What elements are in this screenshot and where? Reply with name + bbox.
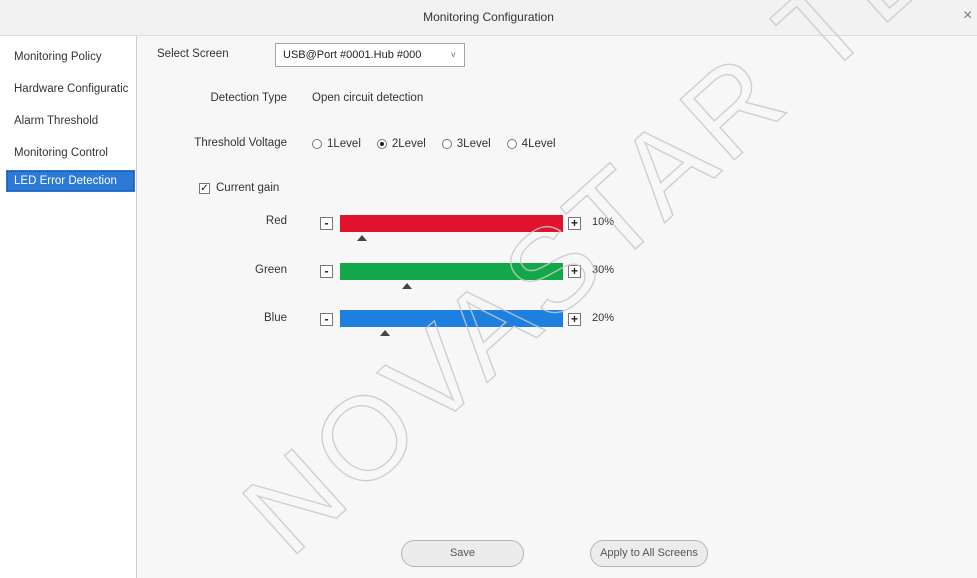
radio-label: 3Level — [456, 138, 491, 150]
red-channel-label: Red — [265, 215, 287, 227]
sidebar-item-monitoring-policy[interactable]: Monitoring Policy — [6, 46, 135, 68]
current-gain-label: Current gain — [216, 182, 280, 194]
radio-circle-icon — [312, 139, 322, 149]
slider-thumb-icon[interactable] — [357, 235, 368, 241]
radio-2level[interactable]: 2Level — [376, 138, 426, 150]
title-bar: Monitoring Configuration × — [0, 0, 977, 36]
chevron-down-icon: ˅ — [450, 50, 456, 60]
blue-gain-value: 20% — [592, 312, 615, 324]
blue-gain-slider[interactable] — [340, 310, 563, 336]
radio-label: 1Level — [327, 138, 361, 150]
slider-thumb-icon[interactable] — [379, 330, 390, 336]
radio-3level[interactable]: 3Level — [441, 138, 491, 150]
detection-type-label: Detection Type — [210, 92, 287, 104]
green-increase-button[interactable]: + — [568, 265, 581, 278]
green-gain-fill — [340, 263, 563, 280]
red-gain-slider[interactable] — [340, 215, 563, 241]
main-panel: Select Screen USB@Port #0001.Hub #000 ˅ … — [137, 36, 977, 578]
select-screen-value: USB@Port #0001.Hub #000 — [283, 49, 422, 61]
sidebar: Monitoring Policy Hardware Configuratic … — [0, 36, 137, 578]
current-gain-checkbox[interactable]: ✓ — [199, 183, 210, 194]
green-gain-value: 30% — [592, 264, 615, 276]
save-button[interactable]: Save — [401, 540, 524, 567]
threshold-voltage-label: Threshold Voltage — [194, 137, 287, 149]
green-channel-label: Green — [255, 264, 287, 276]
window-title: Monitoring Configuration — [423, 10, 554, 24]
red-decrease-button[interactable]: - — [320, 217, 333, 230]
radio-selected-icon — [376, 139, 387, 149]
select-screen-label: Select Screen — [157, 48, 229, 60]
sidebar-item-alarm-threshold[interactable]: Alarm Threshold — [6, 110, 135, 132]
red-gain-fill — [340, 215, 563, 232]
slider-thumb-icon[interactable] — [401, 283, 412, 289]
select-screen-dropdown[interactable]: USB@Port #0001.Hub #000 ˅ — [275, 43, 465, 67]
radio-circle-icon — [506, 139, 517, 149]
blue-decrease-button[interactable]: - — [320, 313, 333, 326]
radio-label: 2Level — [391, 138, 426, 150]
sidebar-item-monitoring-control[interactable]: Monitoring Control — [6, 142, 135, 164]
blue-increase-button[interactable]: + — [568, 313, 581, 326]
apply-to-all-screens-button[interactable]: Apply to All Screens — [590, 540, 708, 567]
sidebar-item-hardware-configuration[interactable]: Hardware Configuratic — [6, 78, 135, 100]
blue-gain-fill — [340, 310, 563, 327]
sidebar-item-led-error-detection[interactable]: LED Error Detection — [6, 170, 135, 192]
close-icon[interactable]: × — [963, 6, 977, 26]
radio-label: 4Level — [521, 138, 556, 150]
red-gain-value: 10% — [592, 216, 615, 228]
blue-channel-label: Blue — [263, 312, 287, 324]
radio-1level[interactable]: 1Level — [312, 138, 361, 150]
threshold-voltage-radio-group: 1Level 2Level 3Level 4Level — [312, 136, 572, 152]
red-increase-button[interactable]: + — [568, 217, 581, 230]
green-gain-slider[interactable] — [340, 263, 563, 289]
radio-4level[interactable]: 4Level — [506, 138, 556, 150]
green-decrease-button[interactable]: - — [320, 265, 333, 278]
radio-circle-icon — [441, 139, 452, 149]
detection-type-value: Open circuit detection — [312, 92, 424, 104]
